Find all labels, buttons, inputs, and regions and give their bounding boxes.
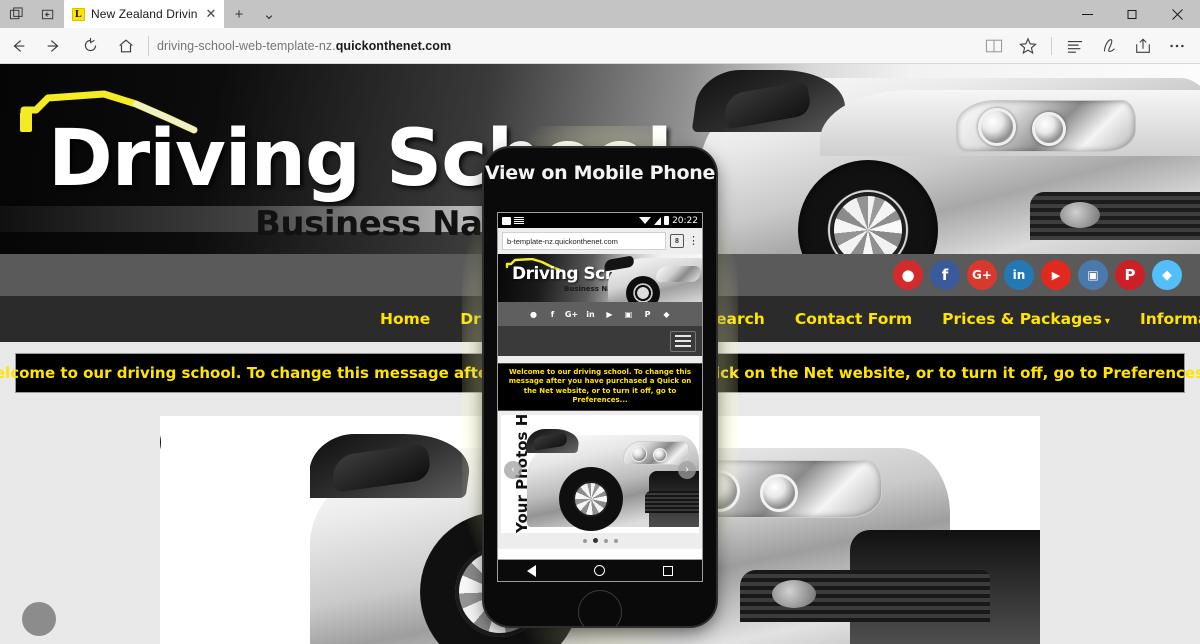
phone-location-icon[interactable]: ● — [526, 307, 541, 322]
facebook-icon[interactable]: f — [930, 260, 960, 290]
google-plus-icon[interactable]: G+ — [967, 260, 997, 290]
minimize-button[interactable] — [1065, 0, 1110, 28]
pinterest-icon[interactable]: P — [1115, 260, 1145, 290]
nav-item-label: Home — [380, 310, 431, 328]
status-notifications — [502, 216, 524, 225]
toolbar-divider — [148, 35, 149, 56]
nav-item-home[interactable]: Home — [380, 310, 430, 328]
social-icon-row: ● f G+ in ▶ ▣ P ◆ — [893, 260, 1182, 290]
header-car-image — [640, 64, 1200, 254]
phone-spacer — [498, 356, 702, 363]
share-icon[interactable] — [1126, 28, 1160, 64]
browser-tab[interactable]: L New Zealand Driving Sc ✕ — [64, 0, 224, 28]
phone-carousel-stage: Your Photos Here ‹ › — [501, 414, 699, 533]
nav-item-label: Prices & Packages — [942, 310, 1102, 328]
close-button[interactable] — [1155, 0, 1200, 28]
phone-instagram-icon[interactable]: ▣ — [621, 307, 636, 322]
phone-twitter-icon[interactable]: ◆ — [659, 307, 674, 322]
toolbar-divider-2 — [1051, 36, 1052, 55]
home-icon[interactable] — [108, 28, 144, 64]
carousel-placeholder-text: Your Photos Here — [160, 416, 175, 502]
phone-site-header: Driving School Business Name — [498, 254, 702, 302]
toolbar-icons — [977, 28, 1200, 64]
phone-carousel: Your Photos Here ‹ › — [498, 410, 702, 549]
android-nav-bar — [497, 560, 703, 582]
signal-icon — [654, 216, 662, 225]
address-bar[interactable]: driving-school-web-template-nz. quickonth… — [157, 28, 977, 64]
new-tab-button[interactable]: + — [224, 0, 254, 28]
browser-toolbar: driving-school-web-template-nz. quickonth… — [0, 28, 1200, 64]
tab-preview-icon[interactable] — [0, 0, 32, 28]
more-ellipsis-icon[interactable] — [1160, 28, 1194, 64]
phone-status-bar: 20:22 — [498, 213, 702, 228]
home-circle-icon[interactable] — [594, 565, 605, 576]
wifi-icon — [639, 217, 652, 224]
nav-item-prices-packages[interactable]: Prices & Packages ▾ — [942, 310, 1110, 328]
edge-browser-window: L New Zealand Driving Sc ✕ + ⌄ — [0, 0, 1200, 644]
phone-home-button[interactable] — [578, 590, 622, 626]
battery-icon — [664, 216, 670, 225]
back-arrow-icon[interactable] — [0, 28, 36, 64]
nav-item-information[interactable]: Information▾ — [1140, 310, 1200, 328]
phone-carousel-prev-button[interactable]: ‹ — [504, 460, 522, 479]
forward-arrow-icon[interactable] — [36, 28, 72, 64]
set-aside-tabs-icon[interactable] — [32, 0, 64, 28]
phone-header-car-image — [598, 254, 702, 302]
phone-mockup-title: View on Mobile Phone — [484, 162, 716, 184]
web-notes-pen-icon[interactable] — [1092, 28, 1126, 64]
url-prefix: driving-school-web-template-nz. — [157, 38, 336, 53]
phone-carousel-dot[interactable] — [592, 538, 598, 544]
youtube-icon[interactable]: ▶ — [1041, 260, 1071, 290]
twitter-icon[interactable]: ◆ — [1152, 260, 1182, 290]
phone-google-plus-icon[interactable]: G+ — [564, 307, 579, 322]
nav-item-label: Contact Form — [794, 310, 913, 328]
tab-favicon: L — [72, 7, 85, 21]
nav-item-label: Information — [1139, 310, 1200, 328]
mobile-phone-mockup: View on Mobile Phone 20:22 b-template-nz… — [484, 148, 716, 626]
location-icon[interactable]: ● — [893, 260, 923, 290]
hub-icon[interactable] — [1058, 28, 1092, 64]
phone-welcome-banner-text: Welcome to our driving school. To change… — [508, 368, 692, 405]
keyboard-notification-icon — [514, 216, 524, 225]
phone-youtube-icon[interactable]: ▶ — [602, 307, 617, 322]
reading-view-icon[interactable] — [977, 28, 1011, 64]
carousel-prev-button[interactable] — [22, 602, 56, 636]
phone-linkedin-icon[interactable]: in — [583, 307, 598, 322]
phone-carousel-dots — [501, 532, 699, 549]
browser-titlebar: L New Zealand Driving Sc ✕ + ⌄ — [0, 0, 1200, 28]
page-viewport: Driving School Business Name ● f G+ in ▶ ▣ P ◆ … — [0, 64, 1200, 644]
back-triangle-icon[interactable] — [527, 564, 536, 577]
phone-carousel-dot[interactable] — [613, 538, 618, 543]
linkedin-icon[interactable]: in — [1004, 260, 1034, 290]
phone-carousel-next-button[interactable]: › — [678, 460, 696, 479]
phone-carousel-dot[interactable] — [582, 538, 587, 543]
hamburger-menu-icon[interactable] — [670, 330, 696, 352]
phone-carousel-dot[interactable] — [603, 538, 608, 543]
phone-menu-button[interactable]: ⋮ — [688, 236, 699, 247]
nav-item-contact-form[interactable]: Contact Form — [795, 310, 912, 328]
status-indicators: 20:22 — [639, 216, 698, 226]
phone-social-row: ● f G+ in ▶ ▣ P ◆ — [498, 302, 702, 326]
phone-screen: 20:22 b-template-nz.quickonthenet.com 8 … — [497, 212, 703, 560]
image-notification-icon — [502, 216, 511, 225]
phone-welcome-banner: Welcome to our driving school. To change… — [498, 363, 702, 411]
maximize-button[interactable] — [1110, 0, 1155, 28]
phone-facebook-icon[interactable]: f — [545, 307, 560, 322]
favorites-star-icon[interactable] — [1011, 28, 1045, 64]
tab-dropdown-button[interactable]: ⌄ — [254, 0, 284, 28]
phone-address-bar[interactable]: b-template-nz.quickonthenet.com — [502, 232, 666, 250]
refresh-icon[interactable] — [72, 28, 108, 64]
recents-square-icon[interactable] — [663, 565, 673, 576]
url-domain: quickonthenet.com — [335, 38, 452, 53]
phone-tab-count-button[interactable]: 8 — [670, 234, 684, 248]
status-time: 20:22 — [672, 215, 698, 226]
phone-pinterest-icon[interactable]: P — [640, 307, 655, 322]
tab-title: New Zealand Driving Sc — [91, 7, 198, 21]
tab-close-button[interactable]: ✕ — [204, 6, 218, 22]
titlebar-drag-region — [284, 0, 1065, 28]
chevron-down-icon: ▾ — [1104, 316, 1110, 327]
phone-menu-bar — [498, 326, 702, 356]
instagram-icon[interactable]: ▣ — [1078, 260, 1108, 290]
phone-browser-bar: b-template-nz.quickonthenet.com 8 ⋮ — [498, 228, 702, 254]
